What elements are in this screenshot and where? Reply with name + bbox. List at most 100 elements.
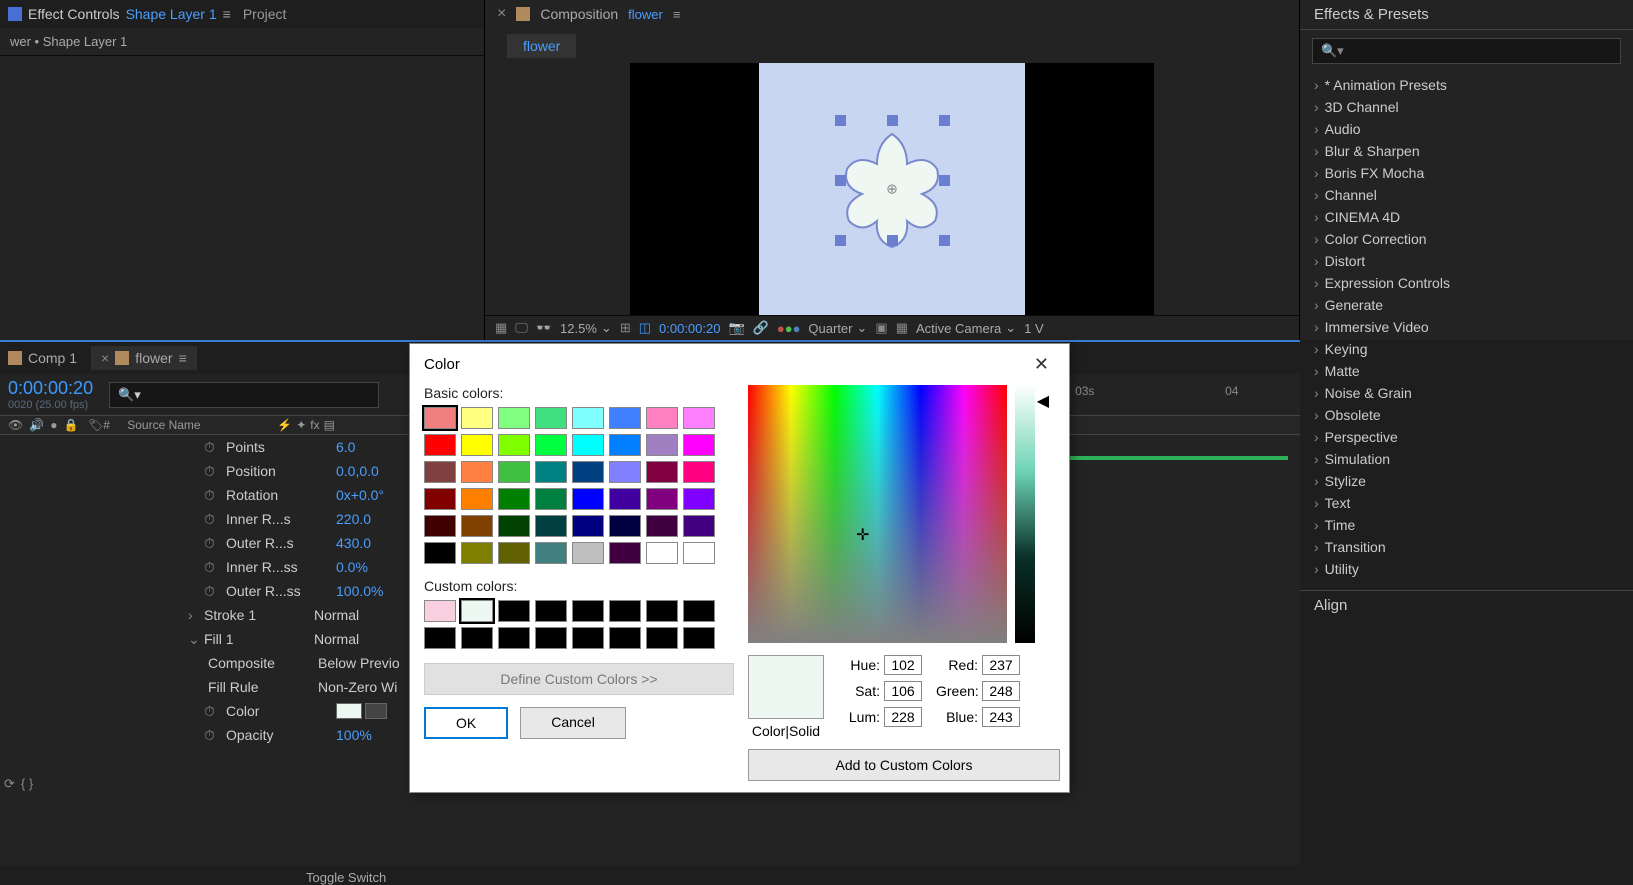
composite-value[interactable]: Below Previo bbox=[318, 655, 400, 671]
eye-icon[interactable]: 👁 bbox=[8, 418, 23, 432]
effects-category-item[interactable]: ›Generate bbox=[1314, 294, 1619, 316]
basic-color-swatch[interactable] bbox=[535, 488, 567, 510]
basic-color-swatch[interactable] bbox=[683, 461, 715, 483]
toggle-switches-label[interactable]: Toggle Switch bbox=[306, 870, 386, 885]
basic-color-swatch[interactable] bbox=[498, 515, 530, 537]
basic-color-swatch[interactable] bbox=[461, 461, 493, 483]
effects-category-item[interactable]: ›Text bbox=[1314, 492, 1619, 514]
effects-search-input[interactable]: 🔍▾ bbox=[1312, 38, 1621, 64]
hue-input[interactable] bbox=[884, 655, 922, 675]
brackets-icon[interactable]: { } bbox=[21, 776, 33, 792]
mask-icon[interactable]: 👓 bbox=[536, 320, 552, 336]
effects-category-item[interactable]: ›Time bbox=[1314, 514, 1619, 536]
prop-value[interactable]: 220.0 bbox=[336, 511, 371, 527]
guides-icon[interactable]: ▦ bbox=[896, 320, 908, 336]
effect-controls-tab[interactable]: Effect Controls Shape Layer 1 ≡ bbox=[8, 6, 231, 22]
basic-color-swatch[interactable] bbox=[535, 407, 567, 429]
effects-category-item[interactable]: ›Perspective bbox=[1314, 426, 1619, 448]
basic-color-swatch[interactable] bbox=[572, 488, 604, 510]
quality-dropdown[interactable]: Quarter⌄ bbox=[808, 320, 867, 336]
basic-color-swatch[interactable] bbox=[683, 434, 715, 456]
effects-category-item[interactable]: ›* Animation Presets bbox=[1314, 74, 1619, 96]
prop-value[interactable]: 0x+0.0° bbox=[336, 487, 384, 503]
basic-color-swatch[interactable] bbox=[646, 407, 678, 429]
basic-color-swatch[interactable] bbox=[646, 515, 678, 537]
basic-color-swatch[interactable] bbox=[572, 461, 604, 483]
effects-category-item[interactable]: ›Distort bbox=[1314, 250, 1619, 272]
effects-category-item[interactable]: ›Audio bbox=[1314, 118, 1619, 140]
effects-category-item[interactable]: ›Stylize bbox=[1314, 470, 1619, 492]
effects-category-item[interactable]: ›Keying bbox=[1314, 338, 1619, 360]
lum-input[interactable] bbox=[884, 707, 922, 727]
basic-color-swatch[interactable] bbox=[572, 407, 604, 429]
menu-icon[interactable]: ≡ bbox=[179, 350, 187, 366]
basic-color-swatch[interactable] bbox=[461, 488, 493, 510]
blue-input[interactable] bbox=[982, 707, 1020, 727]
anchor-icon[interactable]: ⊕ bbox=[886, 180, 898, 197]
basic-color-swatch[interactable] bbox=[498, 542, 530, 564]
fill-item[interactable]: Fill 1 bbox=[204, 631, 314, 647]
effects-category-item[interactable]: ›CINEMA 4D bbox=[1314, 206, 1619, 228]
basic-color-swatch[interactable] bbox=[646, 461, 678, 483]
basic-color-swatch[interactable] bbox=[461, 434, 493, 456]
basic-color-swatch[interactable] bbox=[535, 461, 567, 483]
solo-icon[interactable]: ● bbox=[50, 418, 57, 432]
menu-icon[interactable]: ≡ bbox=[223, 6, 231, 22]
define-custom-colors-button[interactable]: Define Custom Colors >> bbox=[424, 663, 734, 695]
effects-category-item[interactable]: ›Obsolete bbox=[1314, 404, 1619, 426]
camera-dropdown[interactable]: Active Camera⌄ bbox=[916, 320, 1016, 336]
basic-color-swatch[interactable] bbox=[424, 488, 456, 510]
basic-color-swatch[interactable] bbox=[424, 407, 456, 429]
selection-handle[interactable] bbox=[939, 175, 950, 186]
custom-color-swatch[interactable] bbox=[646, 600, 678, 622]
zoom-dropdown[interactable]: 12.5%⌄ bbox=[560, 320, 612, 336]
selection-handle[interactable] bbox=[835, 115, 846, 126]
cancel-button[interactable]: Cancel bbox=[520, 707, 626, 739]
basic-color-swatch[interactable] bbox=[572, 434, 604, 456]
custom-color-swatch[interactable] bbox=[424, 600, 456, 622]
blend-icon[interactable]: ▤ bbox=[324, 418, 335, 432]
speaker-icon[interactable]: 🔊 bbox=[29, 418, 44, 432]
custom-color-swatch[interactable] bbox=[461, 627, 493, 649]
basic-color-swatch[interactable] bbox=[609, 461, 641, 483]
stopwatch-icon[interactable]: ⏱ bbox=[204, 439, 220, 456]
basic-color-swatch[interactable] bbox=[609, 407, 641, 429]
fx-icon[interactable]: fx bbox=[310, 418, 319, 432]
stopwatch-icon[interactable]: ⏱ bbox=[204, 583, 220, 600]
timeline-tab-flower[interactable]: × flower ≡ bbox=[91, 346, 197, 370]
selection-handle[interactable] bbox=[835, 235, 846, 246]
basic-color-swatch[interactable] bbox=[646, 488, 678, 510]
timeline-search-input[interactable]: 🔍▾ bbox=[109, 382, 379, 408]
basic-color-swatch[interactable] bbox=[424, 461, 456, 483]
custom-color-swatch[interactable] bbox=[683, 600, 715, 622]
channel-icon[interactable]: 🔗 bbox=[753, 320, 769, 336]
prop-value[interactable]: 430.0 bbox=[336, 535, 371, 551]
basic-color-swatch[interactable] bbox=[683, 542, 715, 564]
stopwatch-icon[interactable]: ⏱ bbox=[204, 703, 220, 720]
custom-color-swatch[interactable] bbox=[535, 600, 567, 622]
timeline-tab-comp1[interactable]: Comp 1 bbox=[8, 350, 77, 366]
effects-category-item[interactable]: ›Channel bbox=[1314, 184, 1619, 206]
basic-color-swatch[interactable] bbox=[498, 407, 530, 429]
hue-saturation-picker[interactable]: ✛ bbox=[748, 385, 1007, 643]
basic-color-swatch[interactable] bbox=[683, 515, 715, 537]
comp-name[interactable]: flower bbox=[628, 7, 663, 22]
basic-color-swatch[interactable] bbox=[498, 461, 530, 483]
basic-color-swatch[interactable] bbox=[572, 515, 604, 537]
basic-color-swatch[interactable] bbox=[498, 488, 530, 510]
custom-color-swatch[interactable] bbox=[572, 627, 604, 649]
basic-color-swatch[interactable] bbox=[609, 515, 641, 537]
effects-category-item[interactable]: ›Expression Controls bbox=[1314, 272, 1619, 294]
transparency-icon[interactable]: ◫ bbox=[639, 320, 651, 336]
selection-handle[interactable] bbox=[835, 175, 846, 186]
composition-viewer[interactable]: ⊕ bbox=[485, 62, 1299, 315]
render-icon[interactable]: ⟳ bbox=[4, 776, 15, 792]
roi-icon[interactable]: ▣ bbox=[875, 320, 887, 336]
source-name-header[interactable]: Source Name bbox=[127, 418, 277, 432]
views-label[interactable]: 1 V bbox=[1024, 321, 1044, 336]
prop-value[interactable]: 0.0,0.0 bbox=[336, 463, 379, 479]
custom-color-swatch[interactable] bbox=[609, 627, 641, 649]
opacity-value[interactable]: 100% bbox=[336, 727, 372, 743]
basic-color-swatch[interactable] bbox=[424, 515, 456, 537]
monitor-icon[interactable]: 🖵 bbox=[515, 320, 528, 336]
